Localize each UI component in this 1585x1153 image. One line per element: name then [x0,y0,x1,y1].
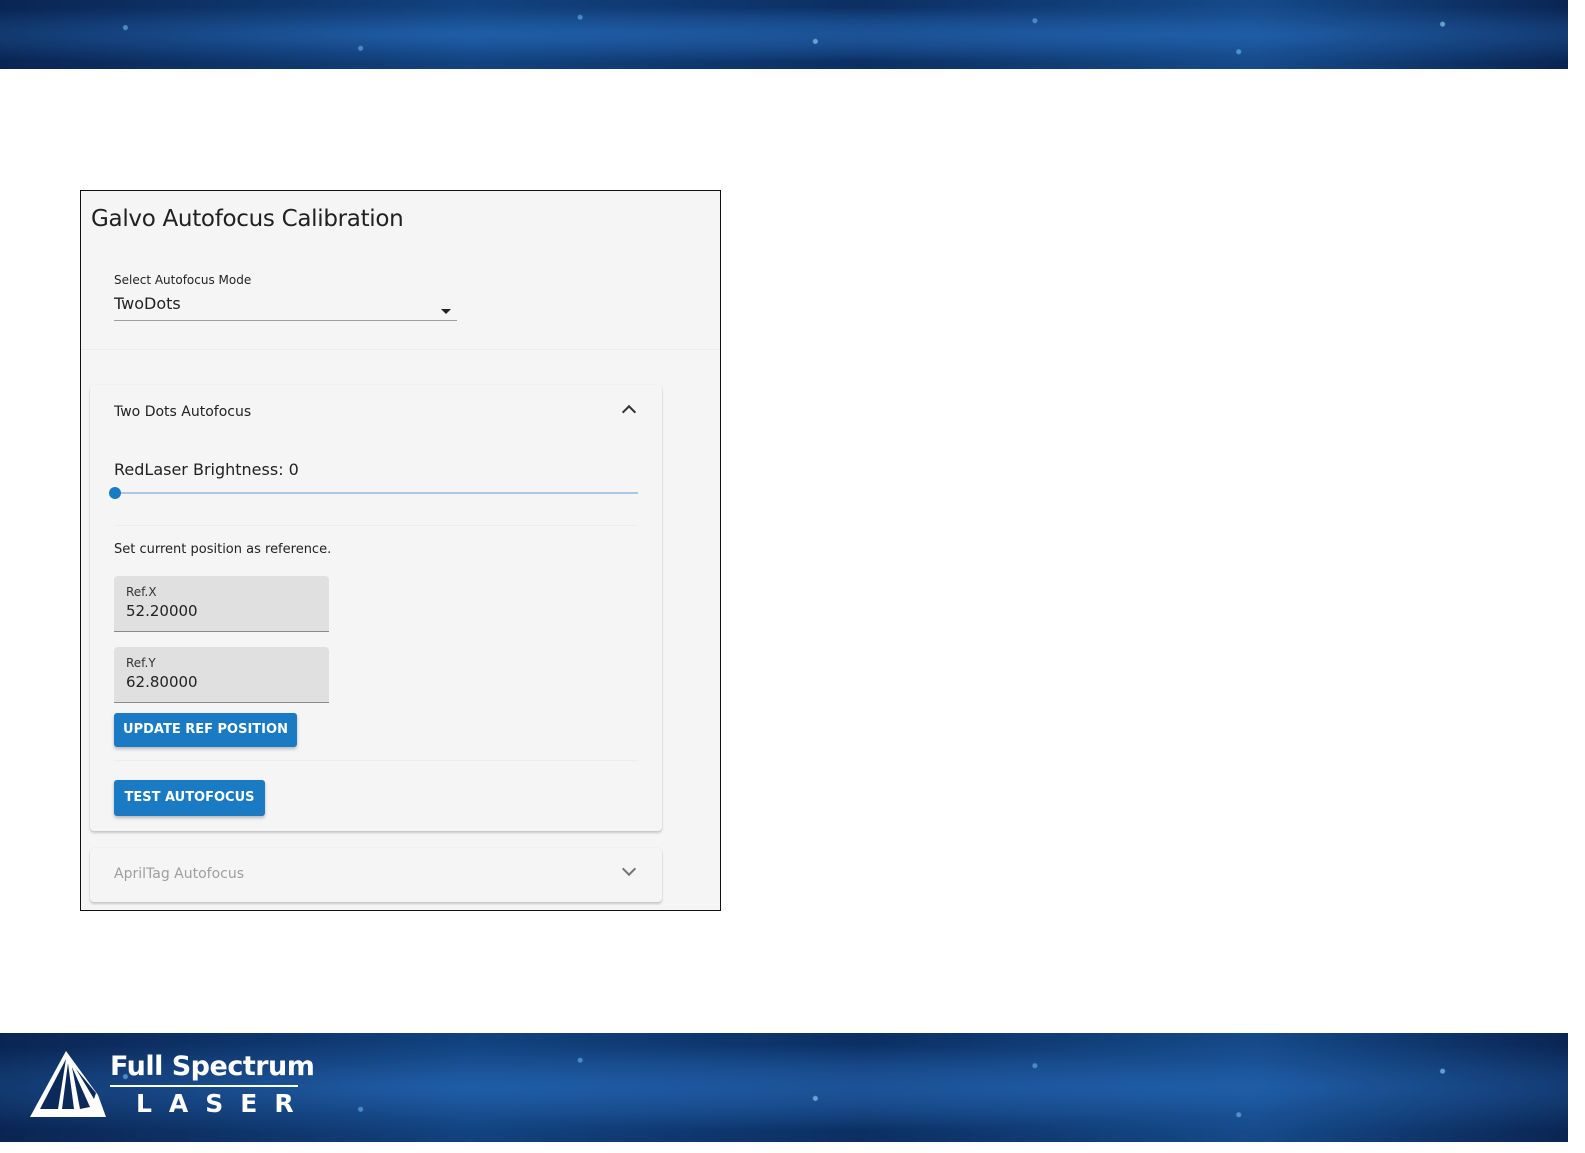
full-spectrum-logo-icon [30,1051,106,1117]
ref-y-label: Ref.Y [126,656,156,670]
section-divider [81,349,720,350]
apriltag-autofocus-panel[interactable]: AprilTag Autofocus [90,848,662,902]
reference-hint-text: Set current position as reference. [114,542,332,557]
ref-x-field[interactable]: Ref.X 52.20000 [114,576,329,632]
ref-y-input[interactable]: 62.80000 [126,673,198,691]
top-banner [0,0,1568,69]
autofocus-mode-select[interactable]: Select Autofocus Mode TwoDots [114,273,457,321]
red-laser-brightness-slider-thumb[interactable] [109,487,121,499]
apriltag-autofocus-title: AprilTag Autofocus [114,866,245,882]
red-laser-brightness-label: RedLaser Brightness: 0 [114,460,299,479]
red-laser-brightness-slider-track[interactable] [115,492,638,494]
divider [114,525,638,526]
select-underline [114,320,457,321]
brand-rule [110,1085,298,1087]
ref-y-field[interactable]: Ref.Y 62.80000 [114,647,329,703]
test-autofocus-button[interactable]: Test Autofocus [114,780,265,816]
ref-x-label: Ref.X [126,585,157,599]
chevron-up-icon[interactable] [621,404,637,420]
two-dots-autofocus-panel: Two Dots Autofocus RedLaser Brightness: … [90,385,662,831]
two-dots-autofocus-title: Two Dots Autofocus [114,404,252,420]
autofocus-mode-label: Select Autofocus Mode [114,273,252,287]
chevron-down-icon[interactable] [621,861,637,877]
ref-x-input[interactable]: 52.20000 [126,602,198,620]
autofocus-calibration-panel: Galvo Autofocus Calibration Select Autof… [80,190,721,911]
brand-name-top: Full Spectrum [110,1051,315,1082]
panel-title: Galvo Autofocus Calibration [91,206,404,232]
bottom-banner: Full Spectrum LASER [0,1033,1568,1142]
brand-name-bottom: LASER [136,1089,311,1118]
update-ref-position-button[interactable]: Update Ref Position [114,713,297,747]
divider [114,760,638,761]
autofocus-mode-value[interactable]: TwoDots [114,294,181,313]
two-dots-autofocus-header[interactable]: Two Dots Autofocus [90,385,662,439]
full-spectrum-laser-logo: Full Spectrum LASER [28,1049,315,1125]
dropdown-arrow-icon[interactable] [441,309,451,314]
